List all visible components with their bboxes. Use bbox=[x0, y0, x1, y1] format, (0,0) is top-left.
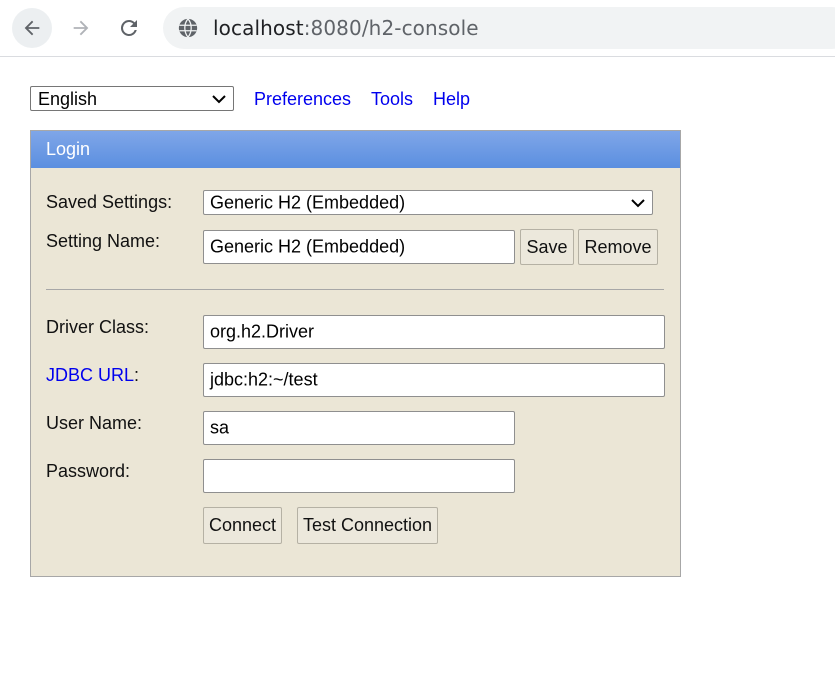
jdbc-url-label: JDBC URL: bbox=[46, 365, 139, 386]
driver-class-label: Driver Class: bbox=[46, 317, 150, 337]
jdbc-url-help-link[interactable]: JDBC URL bbox=[46, 365, 134, 385]
save-button[interactable]: Save bbox=[520, 229, 574, 265]
jdbc-url-value: jdbc:h2:~/test bbox=[210, 369, 318, 390]
test-connection-button[interactable]: Test Connection bbox=[297, 507, 438, 544]
saved-settings-select[interactable]: Generic H2 (Embedded) bbox=[203, 190, 653, 215]
forward-arrow-icon bbox=[73, 20, 89, 36]
user-name-input[interactable]: sa bbox=[203, 411, 515, 445]
globe-icon[interactable] bbox=[177, 17, 199, 39]
tools-link[interactable]: Tools bbox=[371, 89, 413, 110]
login-panel-header: Login bbox=[31, 131, 680, 168]
saved-settings-value: Generic H2 (Embedded) bbox=[210, 192, 406, 212]
language-select[interactable]: English bbox=[30, 86, 234, 111]
login-title: Login bbox=[46, 139, 91, 159]
password-label: Password: bbox=[46, 461, 131, 481]
forward-button[interactable] bbox=[61, 8, 101, 48]
remove-button[interactable]: Remove bbox=[578, 229, 658, 265]
driver-class-value: org.h2.Driver bbox=[210, 321, 315, 342]
address-bar[interactable]: localhost:8080/h2-console bbox=[163, 7, 835, 49]
user-name-label: User Name: bbox=[46, 413, 143, 433]
user-name-value: sa bbox=[210, 417, 230, 438]
jdbc-url-input[interactable]: jdbc:h2:~/test bbox=[203, 363, 665, 397]
back-arrow-icon bbox=[24, 20, 40, 36]
preferences-link[interactable]: Preferences bbox=[254, 89, 351, 110]
setting-name-value: Generic H2 (Embedded) bbox=[210, 236, 406, 257]
back-button[interactable] bbox=[12, 8, 52, 48]
setting-name-label: Setting Name: bbox=[46, 231, 161, 251]
browser-toolbar: localhost:8080/h2-console bbox=[0, 0, 835, 57]
connect-button[interactable]: Connect bbox=[203, 507, 282, 544]
url-host: localhost bbox=[213, 16, 304, 40]
password-input[interactable] bbox=[203, 459, 515, 493]
chevron-down-icon bbox=[631, 199, 645, 208]
divider bbox=[46, 289, 664, 290]
setting-name-input[interactable]: Generic H2 (Embedded) bbox=[203, 230, 515, 264]
chevron-down-icon bbox=[212, 95, 226, 104]
driver-class-input[interactable]: org.h2.Driver bbox=[203, 315, 665, 349]
login-panel: Login Saved Settings: Generic H2 (Embedd… bbox=[30, 130, 681, 577]
jdbc-url-colon: : bbox=[134, 365, 140, 385]
help-link[interactable]: Help bbox=[433, 89, 470, 110]
reload-icon bbox=[121, 20, 137, 36]
saved-settings-label: Saved Settings: bbox=[46, 192, 173, 212]
reload-button[interactable] bbox=[109, 8, 149, 48]
url-text[interactable]: localhost:8080/h2-console bbox=[213, 7, 479, 49]
url-path: :8080/h2-console bbox=[303, 16, 479, 40]
language-select-value: English bbox=[38, 89, 98, 109]
